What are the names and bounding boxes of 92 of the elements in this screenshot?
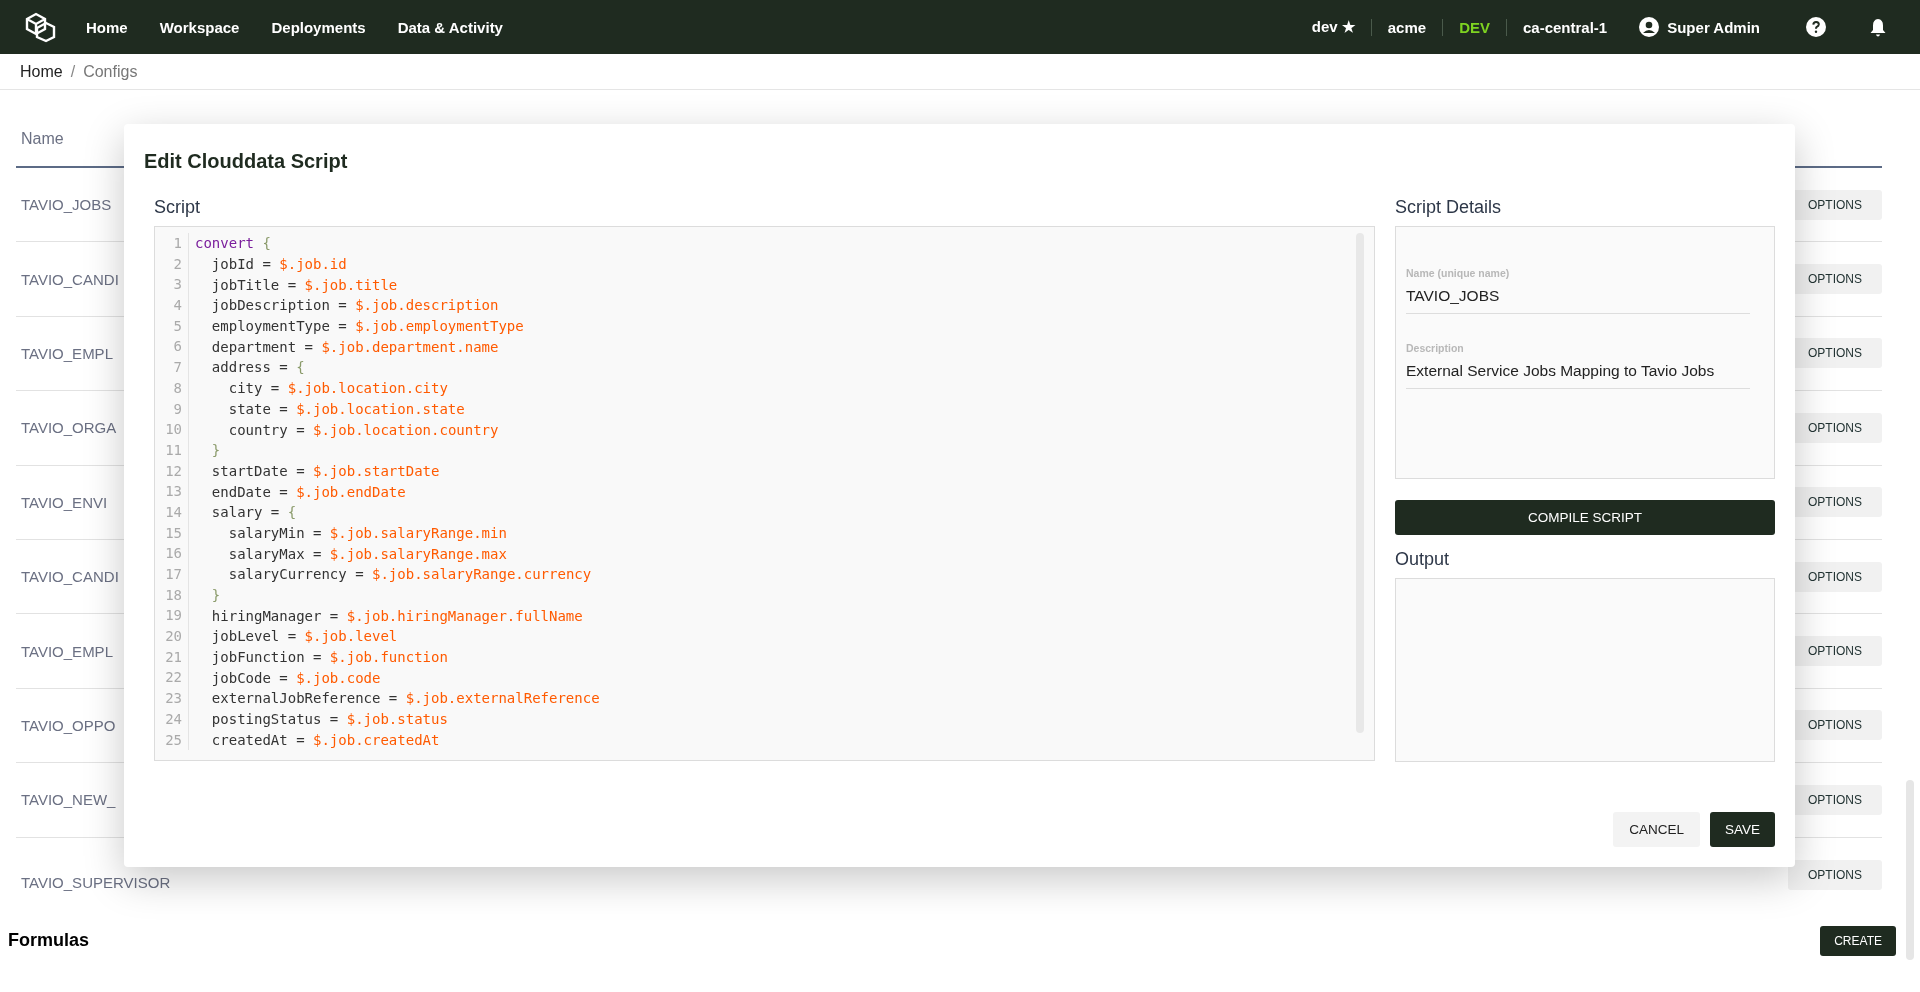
create-button[interactable]: CREATE xyxy=(1820,925,1896,956)
table-cell: TAVIO_EMPL xyxy=(21,642,113,660)
code-line: address = { xyxy=(210,359,305,376)
line-number: 12 xyxy=(155,460,189,482)
table-cell: TAVIO_EMPL xyxy=(21,344,113,362)
table-cell: TAVIO_ENVI xyxy=(21,493,108,511)
code-line: convert { xyxy=(194,235,271,252)
code-line: salaryMax = $.job.salaryRange.max xyxy=(227,545,507,562)
table-cell: TAVIO_JOBS xyxy=(21,196,112,214)
bell-icon[interactable] xyxy=(1870,17,1886,37)
line-number: 8 xyxy=(155,377,189,399)
code-line: jobFunction = $.job.function xyxy=(210,649,448,666)
table-cell: TAVIO_CANDI xyxy=(21,568,119,586)
line-number: 2 xyxy=(155,253,189,275)
line-number: 22 xyxy=(155,667,189,689)
code-line: employmentType = $.job.employmentType xyxy=(210,318,524,335)
logo-icon[interactable] xyxy=(24,11,56,43)
line-number: 24 xyxy=(155,708,189,730)
code-line: jobDescription = $.job.description xyxy=(210,297,499,314)
line-number: 15 xyxy=(155,522,189,544)
code-line: salary = { xyxy=(210,504,297,521)
script-label: Script xyxy=(154,197,201,218)
code-line: jobId = $.job.id xyxy=(210,256,347,273)
help-icon[interactable] xyxy=(1806,17,1826,37)
table-cell: TAVIO_NEW_ xyxy=(21,791,116,809)
code-line: state = $.job.location.state xyxy=(227,400,465,417)
code-line: postingStatus = $.job.status xyxy=(210,711,448,728)
table-cell: TAVIO_SUPERVISOR xyxy=(21,874,171,892)
code-line: department = $.job.department.name xyxy=(210,338,499,355)
code-line: } xyxy=(210,442,221,459)
org-selector[interactable]: dev ★ xyxy=(1295,18,1371,36)
line-number: 10 xyxy=(155,419,189,440)
context-label: ca-central-1 xyxy=(1506,18,1624,36)
line-number: 13 xyxy=(155,481,189,502)
breadcrumb-link[interactable]: Home xyxy=(20,62,63,81)
output-label: Output xyxy=(1395,549,1451,570)
code-line: externalJobReference = $.job.externalReference xyxy=(210,690,600,707)
options-button[interactable]: OPTIONS xyxy=(1788,859,1882,890)
line-number: 7 xyxy=(155,357,189,378)
nav-link[interactable]: Data & Activity xyxy=(397,18,503,36)
line-number: 21 xyxy=(155,646,189,668)
field-label: Name (unique name) xyxy=(1406,267,1511,279)
line-number: 23 xyxy=(155,688,189,709)
dialog-title: Edit Clouddata Script xyxy=(144,150,349,173)
environment-label: DEV xyxy=(1442,18,1506,36)
save-button[interactable]: SAVE xyxy=(1710,812,1775,847)
code-line: city = $.job.location.city xyxy=(227,380,448,397)
field-label: Description xyxy=(1406,342,1465,354)
column-header: Name xyxy=(21,130,64,148)
code-line: jobTitle = $.job.title xyxy=(210,276,398,293)
line-number: 11 xyxy=(155,439,189,461)
details-label: Script Details xyxy=(1395,197,1503,218)
breadcrumb-link[interactable]: Configs xyxy=(83,62,138,81)
line-number: 17 xyxy=(155,564,189,585)
table-cell: TAVIO_CANDI xyxy=(21,270,119,288)
code-line: } xyxy=(210,587,221,604)
table-cell: TAVIO_ORGA xyxy=(21,419,117,437)
nav-link[interactable]: Deployments xyxy=(271,18,366,36)
line-number: 9 xyxy=(155,398,189,420)
context-label: acme xyxy=(1370,18,1443,36)
line-number: 6 xyxy=(155,336,189,358)
line-number: 4 xyxy=(155,295,189,316)
nav-link[interactable]: Home xyxy=(86,18,128,36)
scrollbar[interactable] xyxy=(1906,780,1914,960)
text-field[interactable]: External Service Jobs Mapping to Tavio Jobs xyxy=(1406,362,1750,389)
code-line: endDate = $.job.endDate xyxy=(210,483,406,500)
code-line: salaryMin = $.job.salaryRange.min xyxy=(227,524,507,541)
user-icon xyxy=(1639,17,1660,37)
table-cell: TAVIO_OPPO xyxy=(21,716,116,734)
code-line: startDate = $.job.startDate xyxy=(210,462,440,479)
line-number: 25 xyxy=(155,729,189,751)
line-number: 3 xyxy=(155,274,189,296)
section-title: Formulas xyxy=(8,930,90,952)
nav-link[interactable]: Workspace xyxy=(159,18,240,36)
code-line: jobCode = $.job.code xyxy=(210,669,381,686)
line-number: 18 xyxy=(155,584,189,606)
code-line: salaryCurrency = $.job.salaryRange.currency xyxy=(227,566,592,583)
line-number: 20 xyxy=(155,626,189,647)
breadcrumb-separator: / xyxy=(70,62,76,81)
cancel-button[interactable]: CANCEL xyxy=(1613,812,1700,847)
code-line: country = $.job.location.country xyxy=(227,421,499,438)
line-number: 16 xyxy=(155,543,189,564)
line-number: 5 xyxy=(155,315,189,337)
code-line: createdAt = $.job.createdAt xyxy=(210,731,440,748)
compile-button[interactable]: COMPILE SCRIPT xyxy=(1395,500,1775,535)
text-field[interactable]: TAVIO_JOBS xyxy=(1406,287,1750,314)
line-number: 19 xyxy=(155,605,189,627)
code-line: hiringManager = $.job.hiringManager.fullName xyxy=(210,607,583,624)
line-number: 1 xyxy=(155,233,189,254)
code-line: jobLevel = $.job.level xyxy=(210,628,398,645)
line-number: 14 xyxy=(155,501,189,523)
user-menu[interactable]: Super Admin xyxy=(1623,17,1776,37)
